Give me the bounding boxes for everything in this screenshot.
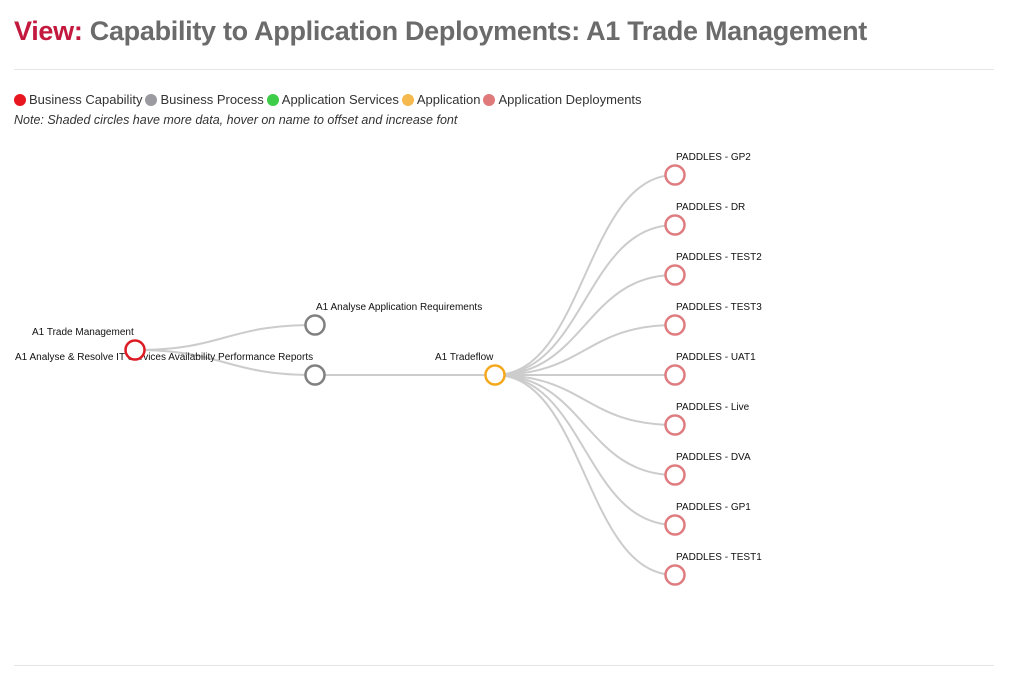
deployment-node[interactable]	[664, 314, 686, 336]
application-deployment-link	[494, 374, 676, 576]
deployment-label[interactable]: PADDLES - GP2	[676, 152, 751, 163]
business-process-node[interactable]	[304, 364, 326, 386]
deployment-node[interactable]	[664, 464, 686, 486]
capability-process-link	[134, 324, 316, 351]
business-process-label[interactable]: A1 Analyse Application Requirements	[316, 302, 482, 313]
application-deployment-link	[494, 374, 676, 526]
business-process-node[interactable]	[304, 314, 326, 336]
application-deployment-link	[494, 374, 676, 476]
deployment-node[interactable]	[664, 214, 686, 236]
deployment-node[interactable]	[664, 364, 686, 386]
deployment-node[interactable]	[664, 414, 686, 436]
business-capability-label[interactable]: A1 Trade Management	[32, 327, 134, 338]
deployment-label[interactable]: PADDLES - Live	[676, 402, 750, 413]
deployment-node[interactable]	[664, 164, 686, 186]
deployment-label[interactable]: PADDLES - DR	[676, 202, 745, 213]
tree-links	[134, 174, 676, 576]
business-process-label[interactable]: A1 Analyse & Resolve IT Services Availab…	[15, 352, 313, 363]
deployment-label[interactable]: PADDLES - GP1	[676, 502, 751, 513]
deployment-label[interactable]: PADDLES - TEST3	[676, 302, 762, 313]
deployment-label[interactable]: PADDLES - TEST1	[676, 552, 762, 563]
deployment-node[interactable]	[664, 514, 686, 536]
business-capability-node[interactable]	[124, 339, 146, 361]
deployment-node[interactable]	[664, 264, 686, 286]
deployment-label[interactable]: PADDLES - DVA	[676, 452, 751, 463]
application-deployment-link	[494, 274, 676, 376]
deployment-label[interactable]: PADDLES - UAT1	[676, 352, 756, 363]
footer-divider	[14, 665, 994, 666]
deployment-node[interactable]	[664, 564, 686, 586]
application-deployment-link	[494, 224, 676, 376]
application-label[interactable]: A1 Tradeflow	[435, 352, 494, 363]
capability-tree-diagram: A1 Analyse Application Requirements A1 An…	[15, 152, 762, 586]
application-deployment-link	[494, 174, 676, 376]
application-node[interactable]	[484, 364, 506, 386]
deployment-label[interactable]: PADDLES - TEST2	[676, 252, 762, 263]
